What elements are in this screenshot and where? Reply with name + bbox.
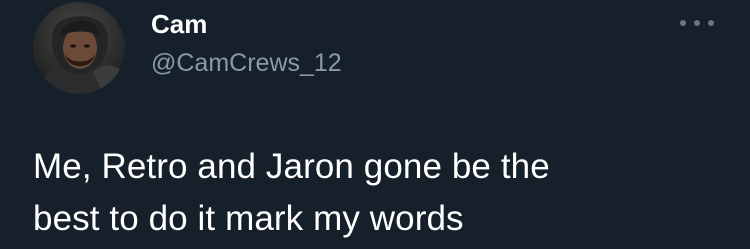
user-handle[interactable]: @CamCrews_12 xyxy=(151,49,342,77)
more-dot xyxy=(708,20,714,26)
tweet-card: Cam @CamCrews_12 Me, Retro and Jaron gon… xyxy=(0,0,750,249)
avatar-image xyxy=(33,2,125,94)
display-name[interactable]: Cam xyxy=(151,9,207,39)
more-options-icon[interactable] xyxy=(680,14,714,32)
tweet-text: Me, Retro and Jaron gone be the best to … xyxy=(33,147,550,238)
more-dot xyxy=(694,20,700,26)
more-dot xyxy=(680,20,686,26)
avatar[interactable] xyxy=(33,2,125,94)
